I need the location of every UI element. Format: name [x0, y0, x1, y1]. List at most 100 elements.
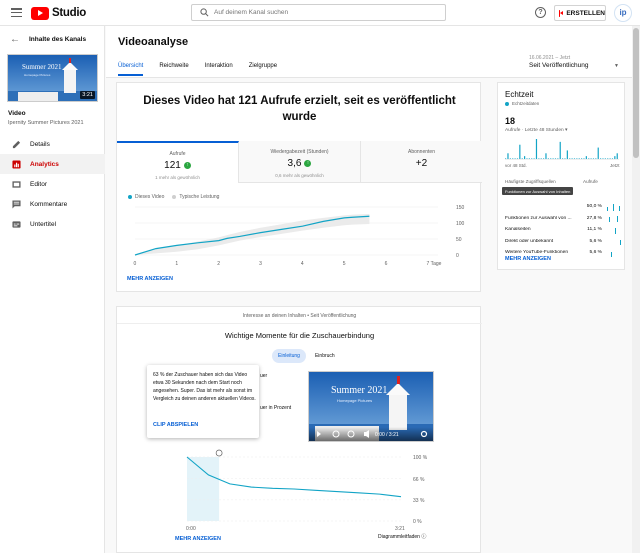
sidebar-nav: Details Analytics Editor Kommentare Unte… [0, 134, 105, 234]
realtime-bar [509, 158, 511, 159]
x-tick-label: 3 [259, 261, 262, 267]
x-tick-label: 7 Tage [427, 261, 442, 267]
app-window: Studio ? ERSTELLEN ip ← Inhalte des Kana… [0, 0, 640, 553]
sidebar-item-editor[interactable]: Editor [0, 174, 105, 194]
video-thumbnail[interactable]: Summer 2021 Homepage Pictures 3:21 [7, 54, 98, 102]
chart-legend: Dieses Video Typische Leistung [128, 194, 219, 200]
views-chart: 0 50 100 150 0 1 2 3 4 5 6 7 Tage [134, 205, 465, 267]
source-row[interactable]: Direkt oder unbekannt 5,6 % [505, 236, 623, 248]
back-to-channel-content[interactable]: ← Inhalte des Kanals [10, 33, 86, 45]
source-row[interactable]: Kanalseiten 11,1 % [505, 224, 623, 236]
realtime-bar [552, 158, 554, 159]
obscured-text: uer [260, 373, 268, 379]
page-header: Videoanalyse Übersicht Reichweite Intera… [106, 26, 632, 78]
search-input[interactable] [214, 6, 434, 19]
dropdown-caret-icon[interactable]: ▼ [614, 63, 619, 69]
realtime-bar [609, 158, 611, 159]
realtime-bar [573, 158, 576, 159]
source-percent: 5,6 % [589, 250, 602, 256]
retention-title: Wichtige Momente für die Zuschauerbindun… [224, 331, 375, 340]
video-title: Ipernity Summer Pictures 2021 [8, 120, 84, 126]
tab-reach[interactable]: Reichweite [159, 63, 188, 76]
realtime-bar [611, 158, 614, 159]
x-tick-label: 4 [301, 261, 304, 267]
metric-subscribers[interactable]: Abonnenten +2 [361, 141, 482, 183]
overview-headline: Dieses Video hat 121 Aufrufe erzielt, se… [143, 95, 456, 123]
legend-this-video: Dieses Video [135, 194, 165, 200]
source-row[interactable]: Funktionen zur Auswahl von ... 27,8 % [505, 213, 623, 225]
legend-typical: Typische Leistung [179, 194, 220, 200]
see-more-link[interactable]: MEHR ANZEIGEN [127, 276, 173, 282]
realtime-bar [528, 158, 530, 159]
metric-value-wrap: 3,6 ↑ [239, 158, 360, 169]
video-overlay-title: Summer 2021 [331, 385, 387, 396]
metric-value: 121 [164, 160, 181, 171]
info-icon [215, 449, 223, 457]
realtime-bar [507, 153, 509, 159]
diagram-guide[interactable]: Diagrammleitfaden ⓘ [378, 533, 426, 540]
realtime-bar [564, 158, 566, 159]
arrow-up-icon: ↑ [183, 161, 191, 169]
search-box[interactable] [191, 4, 446, 21]
realtime-bar [547, 158, 549, 159]
hamburger-menu-icon[interactable] [11, 8, 22, 18]
source-sparkline [620, 240, 621, 246]
sidebar-item-label: Kommentare [30, 200, 68, 208]
realtime-bar [538, 158, 540, 159]
sidebar-item-subtitles[interactable]: Untertitel [0, 214, 105, 234]
tab-engagement[interactable]: Interaktion [205, 63, 233, 76]
see-more-link[interactable]: MEHR ANZEIGEN [505, 256, 551, 262]
video-player[interactable]: Summer 2021 Homepage Pictures 0:00 / 3:2… [308, 371, 434, 442]
sidebar-item-details[interactable]: Details [0, 134, 105, 154]
realtime-bar [533, 158, 535, 159]
source-name: Direkt oder unbekannt [505, 238, 554, 244]
realtime-bar [602, 158, 604, 159]
tab-audience[interactable]: Zielgruppe [249, 63, 277, 76]
date-range-select[interactable]: Seit Veröffentlichung [529, 62, 589, 69]
metric-watch-time[interactable]: Wiedergabezeit (Stunden) 3,6 ↑ 0,6 mehr a… [239, 141, 361, 183]
arrow-up-icon: ↑ [304, 159, 312, 167]
realtime-bar [607, 158, 609, 159]
thumbnail-duration: 3:21 [80, 91, 95, 99]
y-tick-label: 0 [456, 253, 459, 259]
source-row[interactable]: . 50,0 % [505, 201, 623, 213]
x-tick-label: 2 [217, 261, 220, 267]
realtime-bar [519, 144, 521, 159]
pill-intro[interactable]: Einleitung [272, 349, 306, 363]
help-icon[interactable]: ? [535, 7, 546, 18]
play-clip-link[interactable]: CLIP ABSPIELEN [153, 422, 198, 428]
x-tick-label: 0 [134, 261, 137, 267]
realtime-bar [505, 158, 507, 159]
sidebar-item-comments[interactable]: Kommentare [0, 194, 105, 214]
analytics-tabs: Übersicht Reichweite Interaktion Zielgru… [118, 63, 293, 76]
tab-overview[interactable]: Übersicht [118, 63, 144, 76]
help-circle-icon: ⓘ [421, 534, 427, 540]
sidebar-item-analytics[interactable]: Analytics [0, 154, 105, 174]
metric-tabs: Aufrufe 121 ↑ 1 mehr als gewöhnlich Wiede… [117, 141, 482, 183]
avatar[interactable]: ip [614, 4, 632, 22]
realtime-sub[interactable]: Aufrufe · Letzte 48 Stunden ▾ [505, 128, 567, 133]
create-button-label: ERSTELLEN [566, 9, 605, 17]
create-button[interactable]: ERSTELLEN [554, 5, 606, 21]
x-tick-label: 0:00 [186, 526, 196, 531]
realtime-bar [600, 158, 602, 159]
realtime-bar [604, 158, 606, 159]
realtime-title: Echtzeit [505, 90, 534, 99]
studio-logo[interactable]: Studio [31, 6, 86, 20]
scrollbar-thumb[interactable] [633, 28, 639, 158]
pill-drop[interactable]: Einbruch [309, 349, 341, 363]
pencil-icon [11, 140, 21, 149]
realtime-bar [571, 158, 573, 159]
page-title: Videoanalyse [118, 36, 189, 48]
video-overlay-subtitle: Homepage Pictures [337, 398, 372, 403]
arrow-left-icon[interactable]: ← [10, 34, 20, 45]
realtime-axis-left: vor 48 Std. [505, 163, 527, 168]
date-range-dates[interactable]: 16.06.2021 – Jetzt [529, 55, 570, 61]
retention-card: Interesse an deinen Inhalten • Seit Verö… [116, 306, 482, 553]
see-more-link[interactable]: MEHR ANZEIGEN [175, 536, 221, 542]
popup-text: 63 % der Zuschauer haben sich das Video … [153, 372, 256, 402]
realtime-bar [554, 158, 557, 159]
metric-views[interactable]: Aufrufe 121 ↑ 1 mehr als gewöhnlich [117, 141, 239, 183]
realtime-axis-right: Jetzt [610, 163, 620, 168]
subtitles-icon [11, 220, 21, 229]
